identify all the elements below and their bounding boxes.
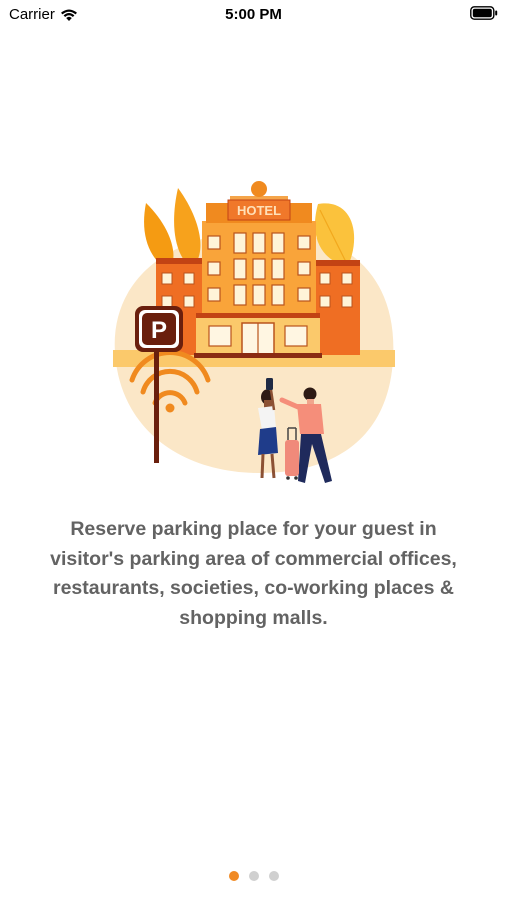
battery-icon (470, 6, 498, 25)
onboarding-description: Reserve parking place for your guest in … (50, 518, 457, 629)
page-dot-1[interactable] (228, 871, 239, 881)
status-bar: Carrier 5:00 PM (0, 0, 507, 30)
page-dot-2[interactable] (248, 871, 259, 881)
page-dot-3[interactable] (268, 871, 279, 881)
hotel-parking-illustration: HOTEL P (113, 181, 395, 483)
onboarding-screen: Carrier 5:00 PM HOTEL P Reserve parking … (0, 0, 507, 900)
page-indicator[interactable] (0, 871, 507, 881)
parking-sign-text: P (151, 317, 167, 344)
hotel-sign-text: HOTEL (237, 203, 281, 218)
clock: 5:00 PM (225, 6, 282, 23)
